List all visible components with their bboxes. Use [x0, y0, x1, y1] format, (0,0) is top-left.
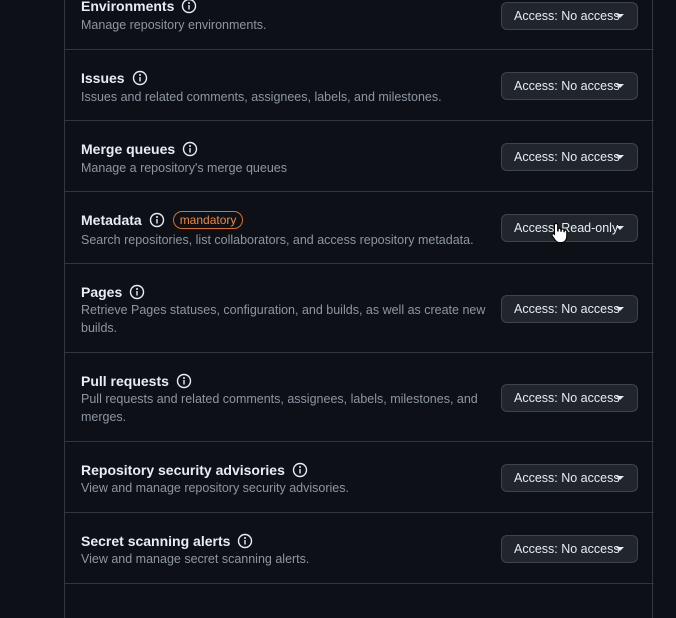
permission-row-pull-requests: Pull requests Pull requests and related … [65, 353, 654, 442]
permission-row-secret-scanning-alerts: Secret scanning alerts View and manage s… [65, 513, 654, 584]
permission-description: View and manage repository security advi… [81, 481, 349, 495]
access-dropdown-button[interactable]: Access: No access [501, 2, 638, 30]
mandatory-badge: mandatory [172, 211, 244, 229]
permission-description: Retrieve Pages statuses, configuration, … [81, 303, 486, 335]
permission-row-issues: Issues Issues and related comments, assi… [65, 50, 654, 121]
permission-name: Issues [81, 70, 125, 86]
permission-description: Issues and related comments, assignees, … [81, 90, 442, 104]
permission-description: View and manage secret scanning alerts. [81, 552, 310, 566]
permission-row-environments: Environments Manage repository environme… [65, 0, 654, 50]
access-label: Access: No access [514, 79, 620, 93]
access-dropdown-button[interactable]: Access: No access [501, 384, 638, 412]
permission-description: Manage repository environments. [81, 18, 267, 32]
permission-name: Metadata [81, 212, 142, 228]
access-dropdown-button[interactable]: Access: No access [501, 295, 638, 323]
access-dropdown-button[interactable]: Access: No access [501, 464, 638, 492]
access-label: Access: No access [514, 542, 620, 556]
info-icon[interactable] [237, 533, 253, 549]
caret-down-icon [616, 226, 624, 230]
caret-down-icon [616, 396, 624, 400]
permissions-panel: Environments Manage repository environme… [64, 0, 654, 618]
permission-name: Secret scanning alerts [81, 533, 231, 549]
access-label: Access: No access [514, 302, 620, 316]
caret-down-icon [616, 307, 624, 311]
hand-pointer-icon [550, 222, 570, 244]
access-label: Access: No access [514, 150, 620, 164]
permission-name: Environments [81, 0, 175, 14]
access-dropdown-button[interactable]: Access: No access [501, 143, 638, 171]
caret-down-icon [616, 155, 624, 159]
caret-down-icon [616, 547, 624, 551]
access-dropdown-button[interactable]: Access: No access [501, 535, 638, 563]
caret-down-icon [616, 14, 624, 18]
info-icon[interactable] [182, 141, 198, 157]
permission-name: Repository security advisories [81, 462, 285, 478]
info-icon[interactable] [176, 373, 192, 389]
access-label: Access: No access [514, 471, 620, 485]
access-label: Access: No access [514, 9, 620, 23]
permission-row-merge-queues: Merge queues Manage a repository's merge… [65, 121, 654, 192]
permission-description: Manage a repository's merge queues [81, 161, 287, 175]
info-icon[interactable] [292, 462, 308, 478]
info-icon[interactable] [129, 284, 145, 300]
permission-name: Pages [81, 284, 123, 300]
caret-down-icon [616, 476, 624, 480]
access-label: Access: No access [514, 391, 620, 405]
permission-name: Merge queues [81, 141, 176, 157]
caret-down-icon [616, 84, 624, 88]
permission-description: Pull requests and related comments, assi… [81, 392, 478, 424]
info-icon[interactable] [181, 0, 197, 14]
info-icon[interactable] [149, 212, 165, 228]
permission-row-pages: Pages Retrieve Pages statuses, configura… [65, 264, 654, 353]
permission-description: Search repositories, list collaborators,… [81, 233, 474, 247]
info-icon[interactable] [132, 70, 148, 86]
access-dropdown-button[interactable]: Access: No access [501, 72, 638, 100]
permission-name: Pull requests [81, 373, 169, 389]
permission-row-repository-security-advisories: Repository security advisories View and … [65, 442, 654, 513]
